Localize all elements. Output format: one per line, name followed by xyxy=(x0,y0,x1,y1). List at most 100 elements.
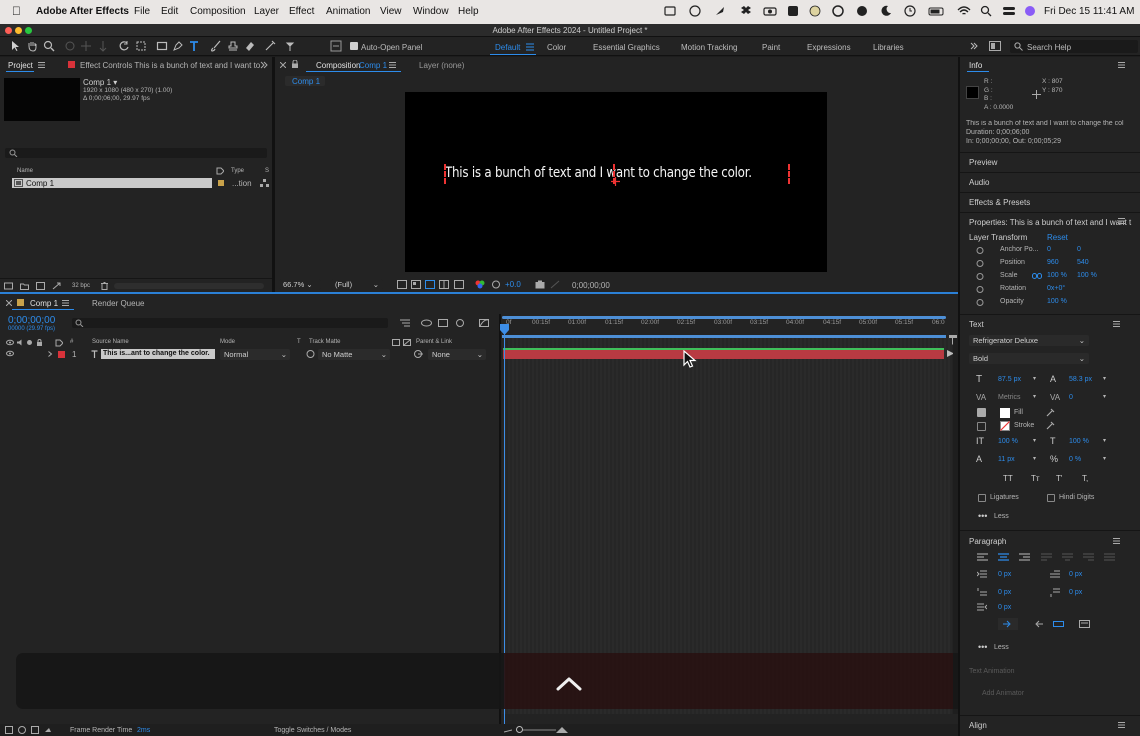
text-bounding-right-handle[interactable] xyxy=(786,164,790,184)
all-caps-button[interactable]: TT xyxy=(1003,474,1013,483)
justify-last-right-icon[interactable] xyxy=(1083,553,1094,562)
horizontal-scale-value[interactable]: 100 % xyxy=(1069,438,1089,445)
stopwatch-icon[interactable] xyxy=(976,246,984,254)
kerning-value[interactable]: Metrics xyxy=(998,394,1021,401)
video-eye-icon[interactable] xyxy=(6,339,14,346)
composition-tab-name[interactable]: Comp 1 xyxy=(359,61,387,70)
siri-icon[interactable] xyxy=(1024,5,1036,17)
ltr-direction-button[interactable] xyxy=(998,618,1018,630)
moon-icon[interactable] xyxy=(880,5,892,17)
subscript-button[interactable]: T, xyxy=(1082,474,1088,483)
layer-label-swatch[interactable] xyxy=(58,351,65,358)
exposure-reset-icon[interactable] xyxy=(491,280,501,289)
grammarly-icon[interactable] xyxy=(832,5,844,17)
column-type-header[interactable]: Type xyxy=(231,168,244,174)
position-x[interactable]: 960 xyxy=(1047,259,1059,266)
flowchart-icon[interactable] xyxy=(260,179,269,187)
menu-window[interactable]: Window xyxy=(413,6,449,17)
chevron-up-icon[interactable] xyxy=(556,676,582,691)
align-panel-header[interactable]: Align xyxy=(969,721,987,730)
workspace-essential-graphics[interactable]: Essential Graphics xyxy=(593,43,660,52)
workspace-libraries[interactable]: Libraries xyxy=(873,43,904,52)
canvas-text-layer[interactable]: This is a bunch of text and I want to ch… xyxy=(445,165,752,181)
render-time-icon[interactable] xyxy=(44,726,52,734)
playhead-handle[interactable] xyxy=(500,324,509,335)
parent-dropdown[interactable]: None ⌄ xyxy=(428,349,486,360)
menu-help[interactable]: Help xyxy=(458,6,479,17)
font-size-value[interactable]: 87.5 px xyxy=(998,376,1021,383)
audio-panel-header[interactable]: Audio xyxy=(960,172,1140,190)
color-channels-icon[interactable] xyxy=(475,280,485,289)
add-animator-button[interactable]: Add Animator xyxy=(982,690,1024,697)
menu-view[interactable]: View xyxy=(380,6,402,17)
fill-color-swatch[interactable] xyxy=(1000,408,1010,418)
layer-viewer-tab[interactable]: Layer (none) xyxy=(419,61,464,70)
timeline-zoom-thumb[interactable] xyxy=(516,726,523,733)
render-queue-tab[interactable]: Render Queue xyxy=(92,299,144,308)
rotation-tool-icon[interactable] xyxy=(118,40,130,52)
baseline-shift-value[interactable]: 11 px xyxy=(998,456,1015,463)
align-right-icon[interactable] xyxy=(1019,553,1030,562)
toggle-switches-modes-button[interactable]: Toggle Switches / Modes xyxy=(274,727,351,734)
bit-depth-button[interactable]: 32 bpc xyxy=(72,283,90,289)
clone-stamp-tool-icon[interactable] xyxy=(227,40,239,52)
time-ruler[interactable]: 0f 00:15f 01:00f 01:15f 02:00f 02:15f 03… xyxy=(502,314,952,338)
brush-tool-icon[interactable] xyxy=(210,40,222,52)
expand-layer-chevron-icon[interactable] xyxy=(47,351,53,357)
new-folder-icon[interactable] xyxy=(20,282,29,290)
indent-first-line-value[interactable]: 0 px xyxy=(1069,571,1082,578)
layer-mode-dropdown[interactable]: Normal ⌄ xyxy=(220,349,290,360)
position-y[interactable]: 540 xyxy=(1077,259,1089,266)
more-workspaces-icon[interactable] xyxy=(970,42,978,50)
panel-menu-icon[interactable] xyxy=(1113,538,1120,544)
close-tab-icon[interactable] xyxy=(6,300,12,306)
layer-duration-bar[interactable] xyxy=(503,350,944,359)
menu-animation[interactable]: Animation xyxy=(326,6,370,17)
puppet-pin-tool-icon[interactable] xyxy=(284,40,296,52)
lock-icon[interactable] xyxy=(291,60,299,68)
space-before-value[interactable]: 0 px xyxy=(998,589,1011,596)
chevron-down-icon[interactable]: ▾ xyxy=(1103,375,1106,382)
info-panel-title[interactable]: Info xyxy=(969,61,982,70)
switches-column-icon[interactable] xyxy=(392,339,400,346)
column-name-header[interactable]: Name xyxy=(17,168,33,174)
chevron-down-icon[interactable]: ▾ xyxy=(1033,375,1036,382)
rotation-value[interactable]: 0x+0° xyxy=(1047,285,1065,292)
screen-icon[interactable] xyxy=(664,5,676,17)
type-tool-icon[interactable] xyxy=(188,40,200,52)
chevron-down-icon[interactable]: ▾ xyxy=(1033,455,1036,462)
chevron-down-icon[interactable]: ▾ xyxy=(1103,393,1106,400)
close-tab-icon[interactable] xyxy=(280,62,286,68)
workspace-expressions[interactable]: Expressions xyxy=(807,43,851,52)
mode-column-header[interactable]: Mode xyxy=(220,339,235,345)
workspace-default[interactable]: Default xyxy=(495,43,520,52)
show-snapshot-icon[interactable] xyxy=(550,280,560,289)
frame-blending-icon[interactable] xyxy=(455,319,465,327)
justify-last-left-icon[interactable] xyxy=(1041,553,1052,562)
graph-editor-icon[interactable] xyxy=(479,319,489,327)
panel-menu-icon[interactable] xyxy=(389,62,396,68)
small-caps-button[interactable]: Tт xyxy=(1031,474,1040,483)
text-less-toggle[interactable]: Less xyxy=(994,513,1009,520)
panel-layout-icon[interactable] xyxy=(989,41,1001,51)
control-center-icon[interactable] xyxy=(1002,5,1016,17)
zoom-out-icon[interactable] xyxy=(504,727,512,733)
rectangle-tool-icon[interactable] xyxy=(156,40,168,52)
app-name[interactable]: Adobe After Effects xyxy=(36,6,129,17)
chevron-down-icon[interactable]: ▾ xyxy=(1033,437,1036,444)
menu-file[interactable]: File xyxy=(134,6,150,17)
chevron-down-icon[interactable]: ▾ xyxy=(1033,393,1036,400)
expand-panels-icon[interactable] xyxy=(260,61,268,69)
superscript-button[interactable]: T' xyxy=(1056,474,1062,483)
font-family-dropdown[interactable]: Refrigerator Deluxe ⌄ xyxy=(969,335,1089,346)
snapping-icon[interactable] xyxy=(330,40,342,52)
current-time-field[interactable]: 0;00;00;00 xyxy=(567,279,617,290)
panel-menu-icon[interactable] xyxy=(62,300,69,306)
pick-whip-icon[interactable] xyxy=(414,350,424,358)
dropbox-icon[interactable] xyxy=(739,5,753,17)
effects-presets-panel-header[interactable]: Effects & Presets xyxy=(960,192,1140,210)
timeline-current-time[interactable]: 0;00;00;00 xyxy=(8,315,55,326)
in-out-icon[interactable] xyxy=(31,726,39,734)
opacity-value[interactable]: 100 % xyxy=(1047,298,1067,305)
scale-y[interactable]: 100 % xyxy=(1077,272,1097,279)
